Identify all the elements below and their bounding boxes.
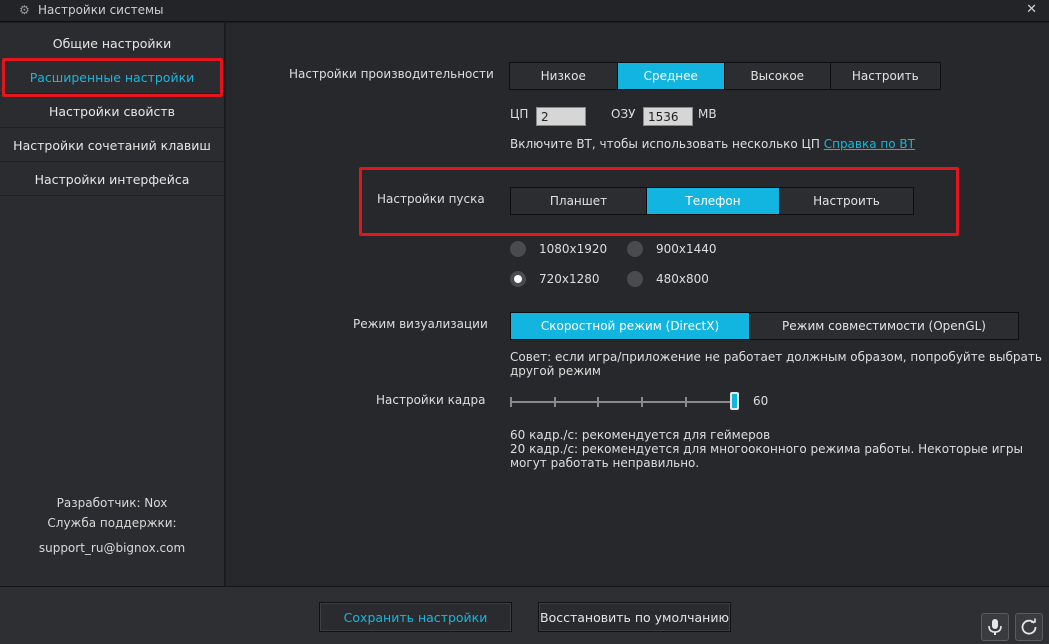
refresh-icon <box>1021 618 1037 635</box>
startup-option-phone[interactable]: Телефон <box>647 188 780 214</box>
cpu-field[interactable]: 2 <box>536 107 586 126</box>
render-hint-line2: другой режим <box>510 364 601 378</box>
performance-option-medium[interactable]: Среднее <box>617 63 725 89</box>
startup-selector: Планшет Телефон Настроить <box>510 187 914 215</box>
frame-note-2: 20 кадр./с: рекомендуется для многооконн… <box>510 442 1023 456</box>
startup-label: Настройки пуска <box>377 192 485 206</box>
frame-slider-tick <box>641 397 643 407</box>
ram-label: ОЗУ <box>611 107 636 121</box>
performance-selector: Низкое Среднее Высокое Настроить <box>509 62 941 90</box>
developer-info: Разработчик: Nox <box>56 496 168 510</box>
frame-note-1: 60 кадр./с: рекомендуется для геймеров <box>510 428 771 442</box>
frame-slider-tick <box>554 397 556 407</box>
performance-label: Настройки производительности <box>289 67 494 81</box>
frame-note-3: могут работать неправильно. <box>510 456 700 470</box>
microphone-button[interactable] <box>981 613 1009 641</box>
resolution-radio-480x800[interactable] <box>627 271 643 287</box>
performance-option-high[interactable]: Высокое <box>725 63 831 89</box>
bottom-bar: Сохранить настройки Восстановить по умол… <box>0 586 1049 644</box>
frame-label: Настройки кадра <box>376 393 486 407</box>
support-label: Служба поддержки: <box>47 516 177 530</box>
ram-field[interactable]: 1536 <box>643 107 693 126</box>
frame-value: 60 <box>753 394 769 408</box>
sidebar-item-shortcuts[interactable]: Настройки сочетаний клавиш <box>0 129 224 162</box>
startup-option-tablet[interactable]: Планшет <box>511 188 647 214</box>
sidebar-item-general[interactable]: Общие настройки <box>0 27 224 60</box>
resolution-radio-900x1440[interactable] <box>627 241 643 257</box>
vt-help-link[interactable]: Справка по ВТ <box>824 137 915 151</box>
window-title: Настройки системы <box>38 3 164 17</box>
render-option-opengl[interactable]: Режим совместимости (OpenGL) <box>750 313 1018 339</box>
startup-option-custom[interactable]: Настроить <box>780 188 913 214</box>
frame-slider-thumb[interactable] <box>730 392 739 410</box>
resolution-radio-720x1280[interactable] <box>510 271 526 287</box>
resolution-label-900x1440: 900x1440 <box>656 242 717 256</box>
frame-slider-tick <box>510 397 512 407</box>
sidebar: Общие настройки Расширенные настройки На… <box>0 23 225 586</box>
close-button[interactable]: ✕ <box>1026 2 1037 17</box>
resolution-label-480x800: 480x800 <box>656 272 709 286</box>
frame-slider-tick <box>597 397 599 407</box>
frame-slider-track[interactable] <box>510 401 736 403</box>
cpu-label: ЦП <box>510 107 529 121</box>
sidebar-item-properties[interactable]: Настройки свойств <box>0 95 224 128</box>
gear-icon: ⚙ <box>19 3 30 17</box>
performance-option-low[interactable]: Низкое <box>510 63 618 89</box>
restore-defaults-button[interactable]: Восстановить по умолчанию <box>538 602 731 632</box>
sidebar-item-advanced[interactable]: Расширенные настройки <box>0 61 224 94</box>
support-email[interactable]: support_ru@bignox.com <box>0 541 224 555</box>
performance-option-custom[interactable]: Настроить <box>830 63 940 89</box>
save-settings-button[interactable]: Сохранить настройки <box>319 602 512 632</box>
title-bar: ⚙ Настройки системы ✕ <box>0 0 1049 22</box>
main-panel: Настройки производительности Низкое Сред… <box>226 23 1049 586</box>
microphone-icon <box>988 619 1002 635</box>
vt-hint: Включите ВТ, чтобы использовать нескольк… <box>510 137 915 151</box>
render-selector: Скоростной режим (DirectX) Режим совмест… <box>510 312 1019 340</box>
resolution-label-1080x1920: 1080x1920 <box>539 242 608 256</box>
resolution-radio-1080x1920[interactable] <box>510 241 526 257</box>
refresh-button[interactable] <box>1015 613 1043 641</box>
ram-unit: MB <box>698 107 717 121</box>
sidebar-item-interface[interactable]: Настройки интерфейса <box>0 163 224 196</box>
render-hint-line1: Совет: если игра/приложение не работает … <box>510 350 1042 364</box>
render-label: Режим визуализации <box>353 317 488 331</box>
render-option-directx[interactable]: Скоростной режим (DirectX) <box>511 313 750 339</box>
frame-slider-tick <box>685 397 687 407</box>
vt-hint-text: Включите ВТ, чтобы использовать нескольк… <box>510 137 820 151</box>
resolution-label-720x1280: 720x1280 <box>539 272 600 286</box>
